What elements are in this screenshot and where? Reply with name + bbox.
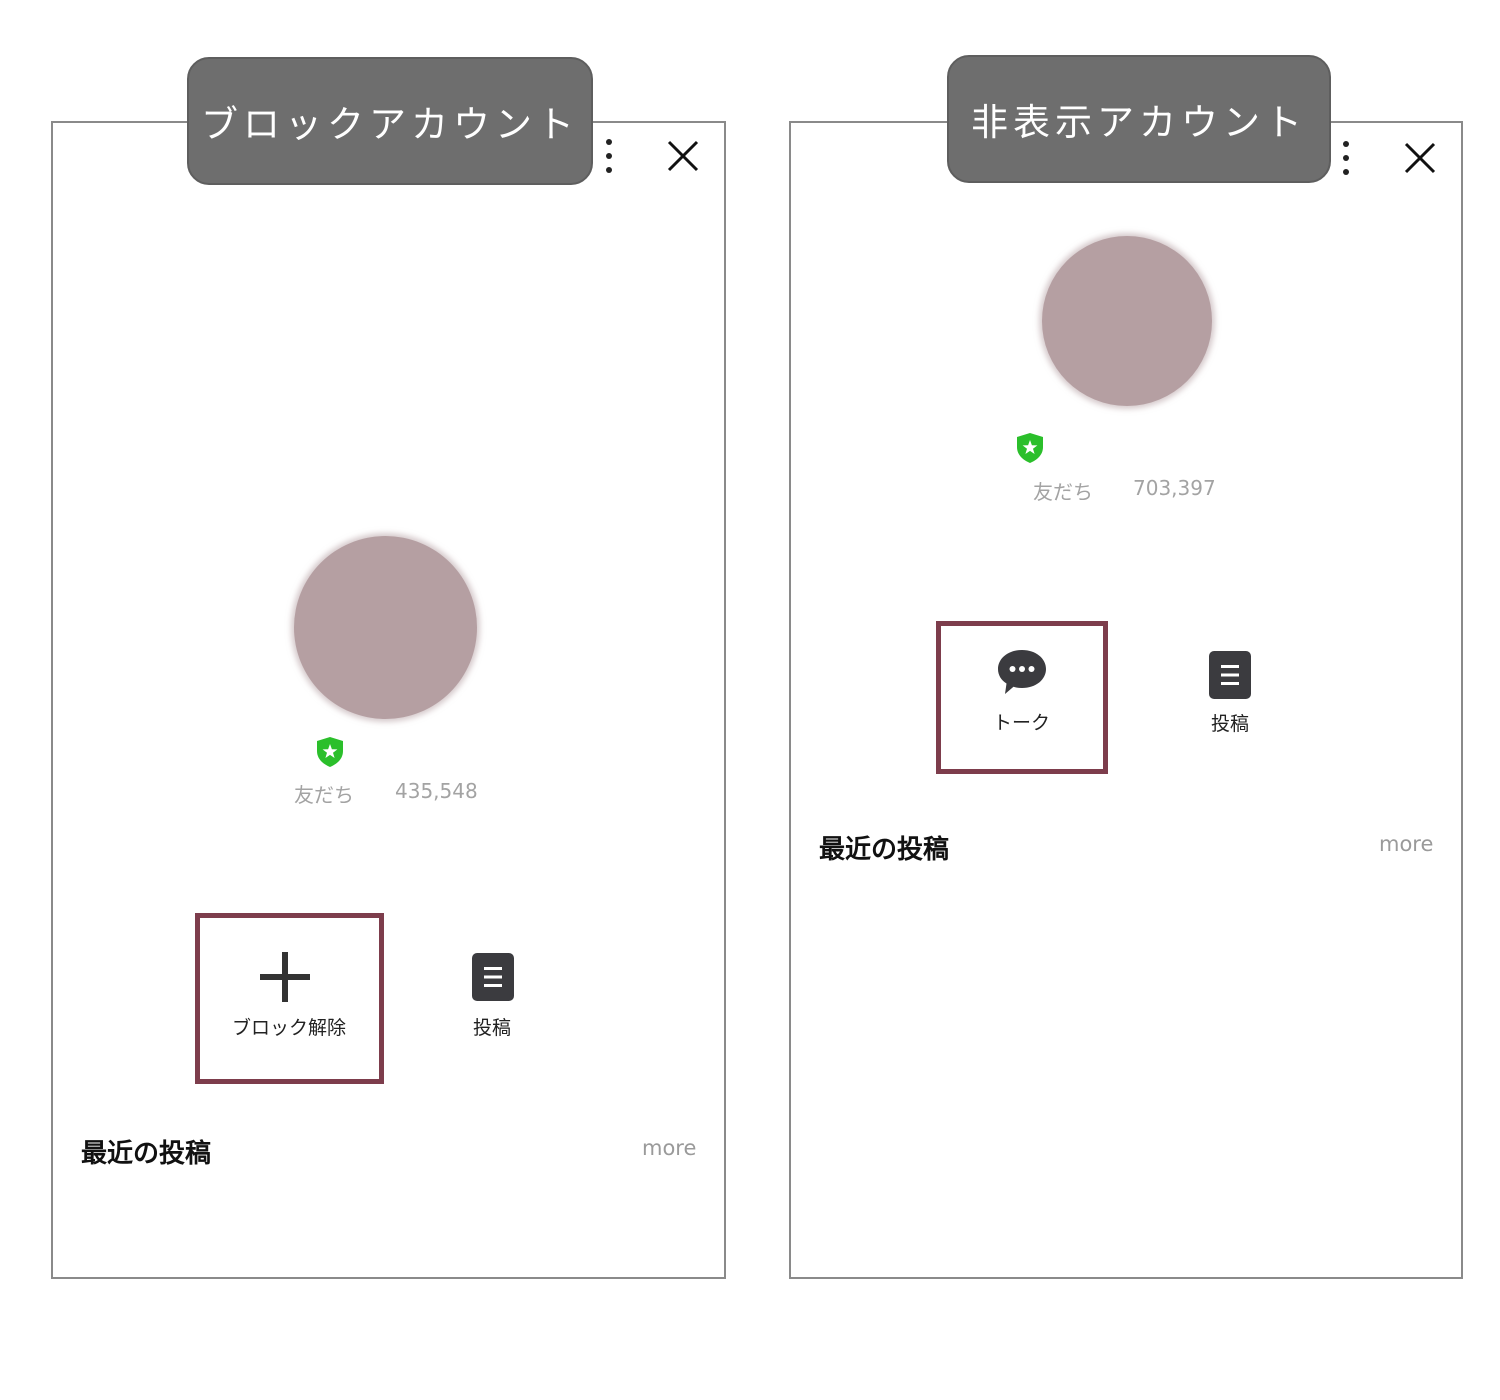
friends-label: 友だち <box>294 783 354 807</box>
more-link[interactable]: more <box>642 1136 696 1160</box>
friends-count: 703,397 <box>1133 476 1216 500</box>
close-icon[interactable] <box>1403 141 1437 175</box>
more-menu-icon[interactable] <box>604 139 614 173</box>
recent-posts-title: 最近の投稿 <box>81 1139 212 1169</box>
friends-count: 435,548 <box>395 779 478 803</box>
hidden-account-tag: 非表示アカウント <box>947 55 1331 183</box>
posts-button[interactable]: 投稿 <box>1180 648 1280 743</box>
friends-label: 友だち <box>1033 480 1093 504</box>
close-icon[interactable] <box>666 139 700 173</box>
more-link[interactable]: more <box>1379 832 1433 856</box>
avatar <box>294 536 477 719</box>
highlight-frame <box>936 621 1108 774</box>
avatar <box>1042 236 1212 406</box>
posts-label: 投稿 <box>472 1017 511 1039</box>
posts-button[interactable]: 投稿 <box>442 950 542 1045</box>
document-icon <box>1209 651 1251 699</box>
posts-label: 投稿 <box>1210 713 1249 735</box>
verified-shield-icon <box>317 737 343 767</box>
verified-shield-icon <box>1017 433 1043 463</box>
recent-posts-title: 最近の投稿 <box>819 835 950 865</box>
highlight-frame <box>195 913 384 1084</box>
document-icon <box>472 953 514 1001</box>
blocked-account-tag: ブロックアカウント <box>187 57 593 185</box>
more-menu-icon[interactable] <box>1341 141 1351 175</box>
